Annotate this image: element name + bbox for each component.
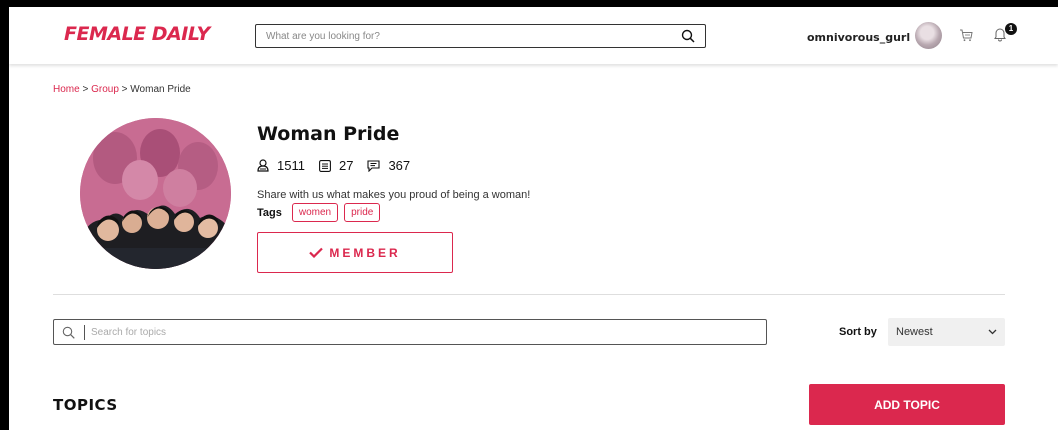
tags-label: Tags xyxy=(257,206,282,219)
member-button[interactable]: MEMBER xyxy=(257,232,453,273)
posts-icon xyxy=(319,159,331,172)
cart-icon[interactable] xyxy=(959,28,973,42)
user-avatar[interactable] xyxy=(915,22,942,49)
posts-stat: 27 xyxy=(319,158,353,173)
breadcrumb-current: Woman Pride xyxy=(130,84,191,95)
text-cursor xyxy=(84,325,85,340)
notification-badge: 1 xyxy=(1005,23,1017,35)
breadcrumb-separator: > xyxy=(82,84,89,95)
group-title: Woman Pride xyxy=(257,123,400,145)
search-icon xyxy=(62,326,75,339)
group-description: Share with us what makes you proud of be… xyxy=(257,189,531,201)
group-tags: Tags women pride xyxy=(257,203,386,222)
topic-search-box xyxy=(53,319,767,345)
sort-dropdown[interactable]: Newest xyxy=(888,318,1005,346)
search-icon[interactable] xyxy=(681,29,695,43)
top-navigation-bar: FEMALE DAILY omnivorous_gurl 1 xyxy=(9,7,1058,64)
breadcrumb-group[interactable]: Group xyxy=(91,84,119,95)
members-count: 1511 xyxy=(277,158,305,173)
add-topic-button[interactable]: ADD TOPIC xyxy=(809,384,1005,425)
chevron-down-icon xyxy=(988,329,997,335)
page: FEMALE DAILY omnivorous_gurl 1 Home > Gr… xyxy=(9,7,1058,430)
group-stats: 1511 27 367 xyxy=(257,158,424,173)
topic-search-input[interactable] xyxy=(88,320,758,344)
breadcrumb: Home > Group > Woman Pride xyxy=(53,84,191,95)
check-icon xyxy=(309,247,324,258)
comments-stat: 367 xyxy=(367,158,410,173)
members-icon xyxy=(257,159,269,172)
tag-women[interactable]: women xyxy=(291,203,339,222)
breadcrumb-separator: > xyxy=(121,84,128,95)
group-photo xyxy=(80,118,231,269)
posts-count: 27 xyxy=(338,158,354,173)
members-stat: 1511 xyxy=(257,158,305,173)
username[interactable]: omnivorous_gurl xyxy=(807,31,910,44)
sort-label: Sort by xyxy=(839,326,877,338)
female-daily-logo[interactable]: FEMALE DAILY xyxy=(64,23,210,45)
global-search-input[interactable] xyxy=(256,25,676,47)
tag-pride[interactable]: pride xyxy=(344,203,381,222)
comments-count: 367 xyxy=(388,158,411,173)
section-divider xyxy=(53,294,1005,295)
sort-selected-value: Newest xyxy=(896,326,933,338)
topics-heading: TOPICS xyxy=(53,396,118,414)
comments-icon xyxy=(367,159,380,172)
member-button-label: MEMBER xyxy=(329,245,401,260)
breadcrumb-home[interactable]: Home xyxy=(53,84,80,95)
global-search-box xyxy=(255,24,706,48)
